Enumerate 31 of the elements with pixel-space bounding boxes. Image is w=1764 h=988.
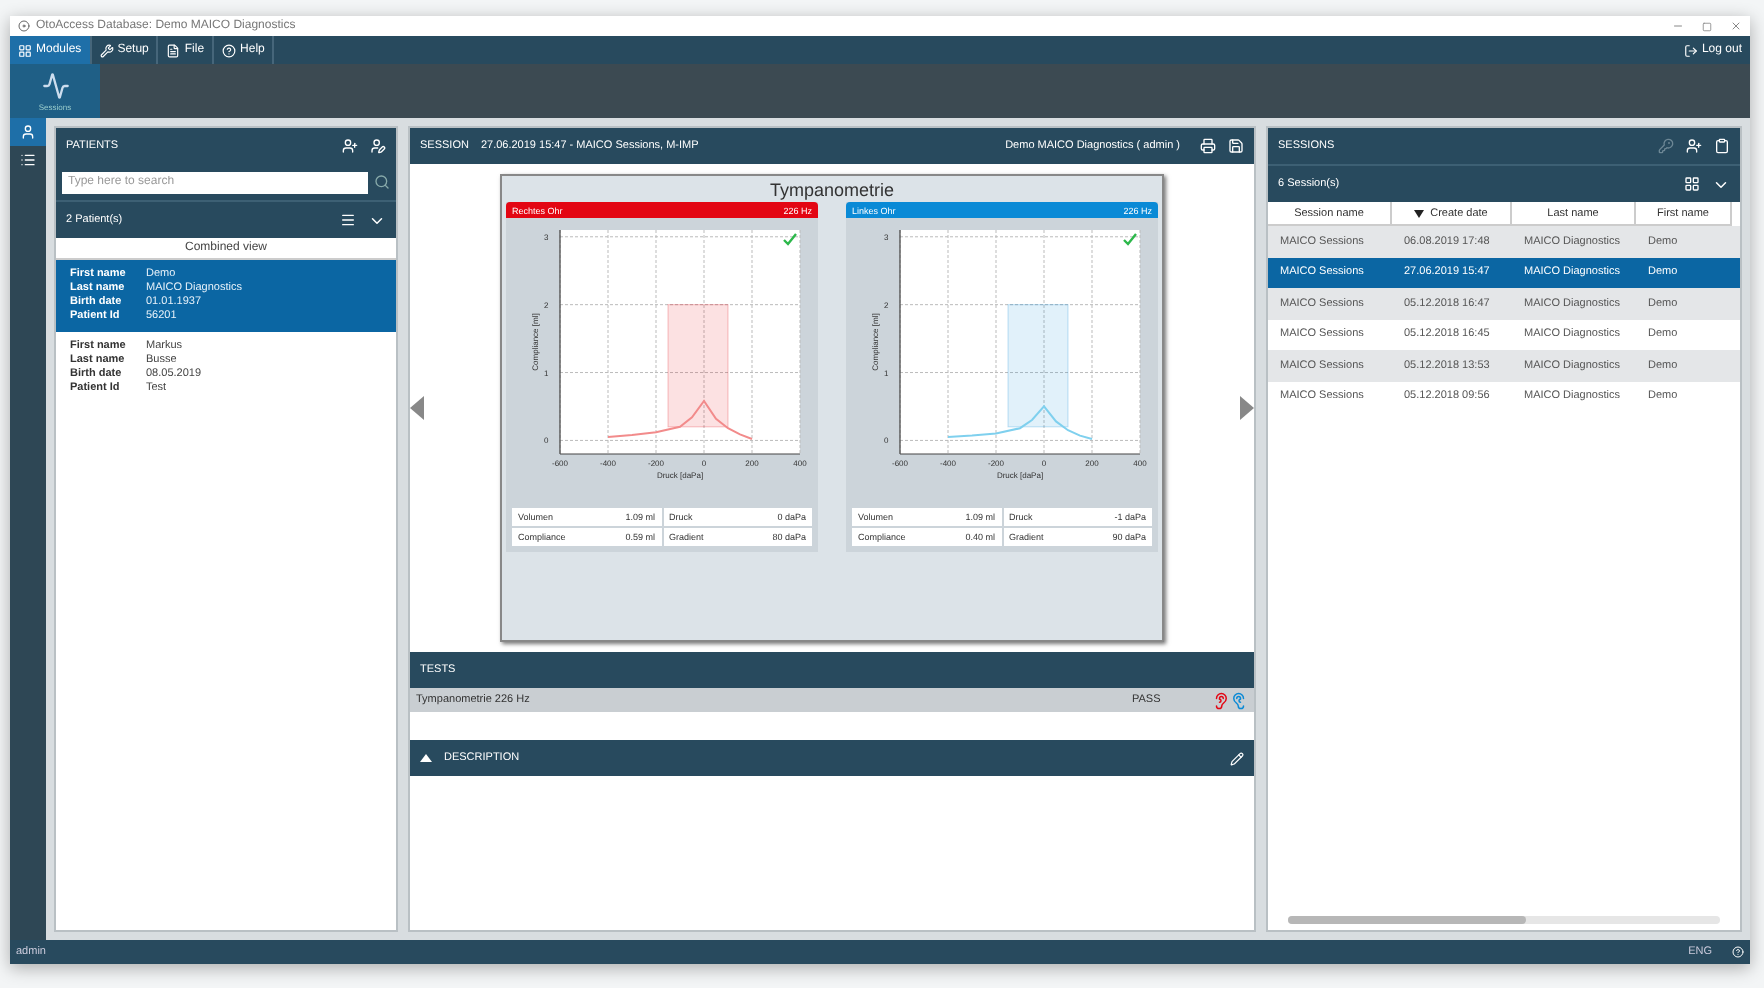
help-icon[interactable] bbox=[1732, 946, 1744, 958]
report-title: Tympanometrie bbox=[769, 178, 895, 202]
ear-icon bbox=[1212, 691, 1230, 709]
help-icon bbox=[222, 43, 237, 57]
wrench-icon bbox=[99, 43, 114, 57]
close-icon[interactable] bbox=[1730, 20, 1742, 32]
app-icon bbox=[18, 20, 30, 32]
save-icon[interactable] bbox=[1228, 138, 1244, 154]
add-user-icon[interactable] bbox=[1686, 138, 1702, 154]
pencil-icon[interactable] bbox=[1230, 751, 1244, 765]
scrollbar[interactable] bbox=[1288, 916, 1720, 924]
grid-icon[interactable] bbox=[1684, 176, 1700, 192]
previous-arrow-icon[interactable] bbox=[410, 396, 424, 420]
ear-icon bbox=[1230, 691, 1248, 709]
search-icon[interactable] bbox=[374, 174, 390, 190]
menu-icon[interactable] bbox=[340, 212, 356, 228]
nav-button[interactable] bbox=[10, 118, 46, 146]
logout-icon bbox=[1683, 43, 1698, 57]
add-user-icon[interactable] bbox=[342, 138, 358, 154]
printer-icon[interactable] bbox=[1200, 138, 1216, 154]
grid-icon bbox=[18, 43, 32, 57]
normal-range-area bbox=[1007, 304, 1069, 428]
file-icon bbox=[166, 43, 181, 57]
person-icon bbox=[20, 124, 36, 140]
key-icon[interactable] bbox=[1658, 138, 1674, 154]
clipboard-icon[interactable] bbox=[1714, 138, 1730, 154]
collapse-icon[interactable] bbox=[420, 754, 432, 762]
list-icon bbox=[20, 152, 36, 168]
edit-user-icon[interactable] bbox=[370, 138, 386, 154]
normal-range-area bbox=[667, 304, 729, 428]
waveform-icon bbox=[41, 71, 69, 99]
